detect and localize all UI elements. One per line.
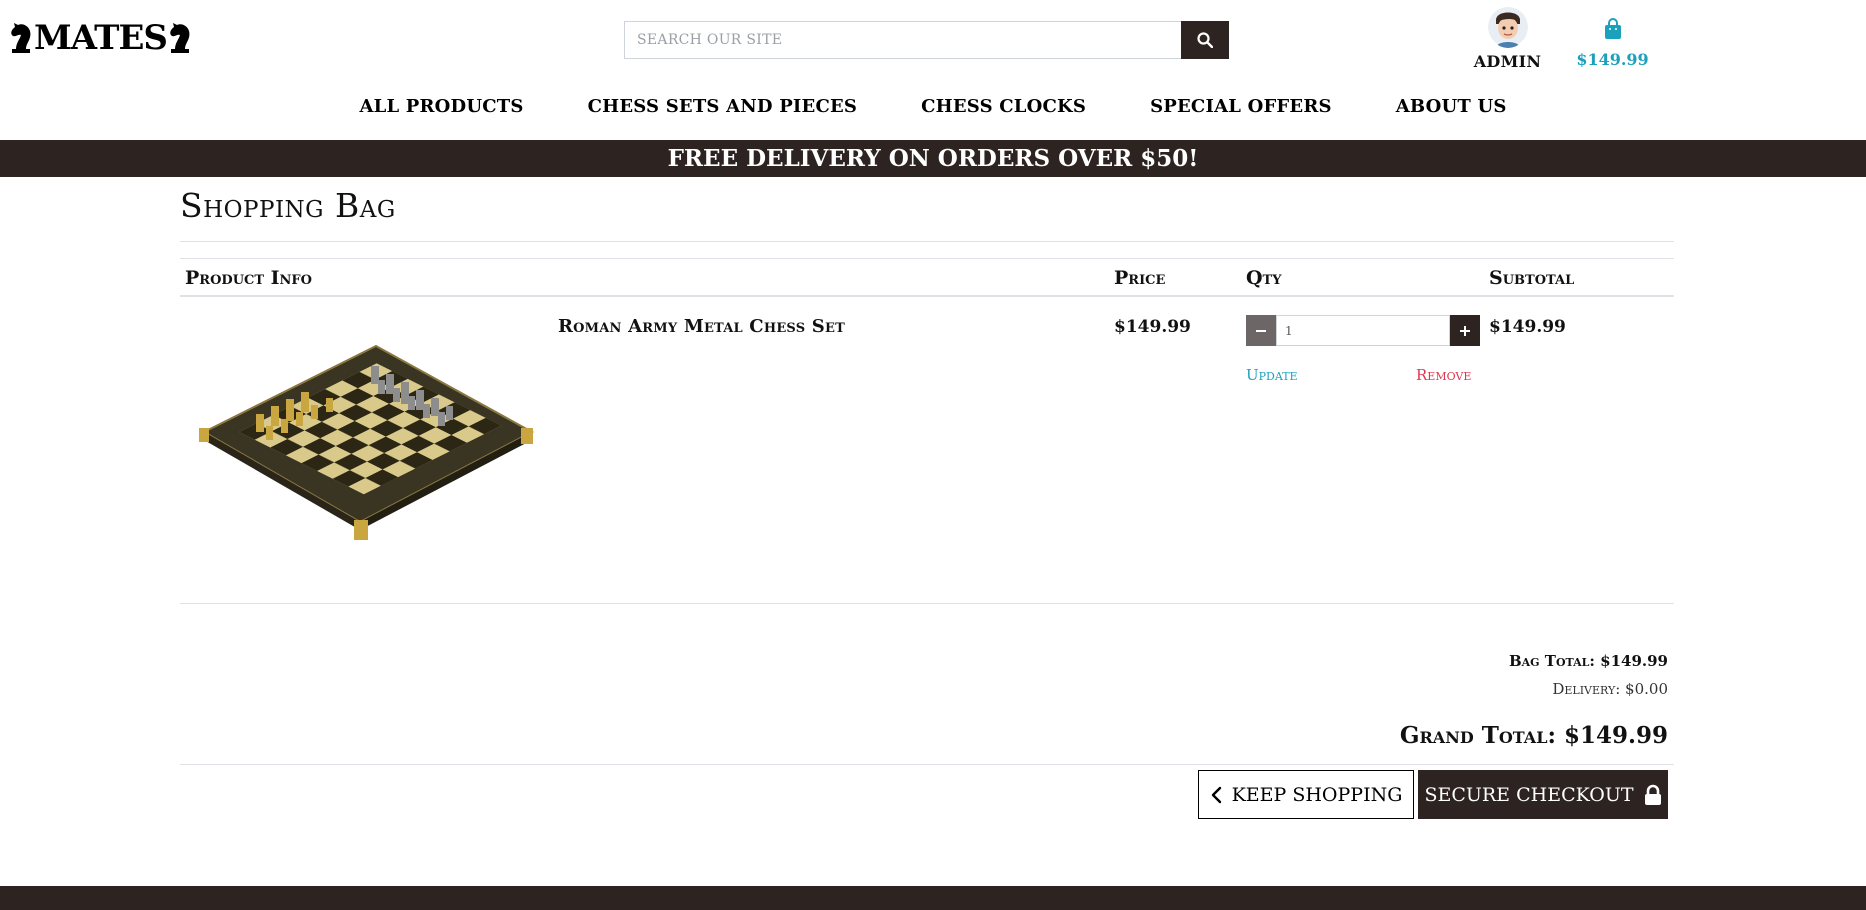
title-divider [180, 241, 1674, 242]
delivery-banner: FREE DELIVERY ON ORDERS OVER $50! [0, 140, 1866, 177]
avatar [1487, 6, 1528, 48]
table-header: Product Info Price Qty Subtotal [180, 258, 1674, 297]
bag-total: $149.99 [1576, 50, 1649, 69]
minus-icon [1256, 329, 1266, 332]
keep-shopping-label: KEEP SHOPPING [1231, 783, 1403, 806]
keep-shopping-button[interactable]: KEEP SHOPPING [1198, 770, 1414, 819]
banner-text: FREE DELIVERY ON ORDERS OVER $50! [667, 145, 1199, 172]
product-image[interactable] [196, 344, 538, 568]
nav-item-all-products[interactable]: ALL PRODUCTS [359, 96, 523, 117]
shopping-bag-link[interactable]: $149.99 [1575, 18, 1650, 69]
remove-link[interactable]: Remove [1416, 366, 1471, 384]
site-logo[interactable]: MATES [8, 18, 193, 58]
nav-item-chess-sets[interactable]: CHESS SETS AND PIECES [588, 96, 858, 117]
search-button[interactable] [1181, 21, 1229, 59]
nav-item-about-us[interactable]: ABOUT US [1396, 96, 1507, 117]
chevron-left-icon [1211, 786, 1221, 803]
search-form [624, 21, 1229, 59]
update-link[interactable]: Update [1246, 366, 1298, 384]
increment-button[interactable] [1450, 315, 1480, 346]
secure-checkout-button[interactable]: SECURE CHECKOUT [1418, 770, 1668, 819]
header-subtotal: Subtotal [1489, 267, 1575, 289]
knight-icon [8, 21, 34, 55]
bag-total-summary: Bag Total: $149.99 [1508, 652, 1668, 670]
totals-divider [180, 764, 1674, 765]
row-divider [180, 603, 1674, 604]
header-qty: Qty [1246, 267, 1282, 289]
account-label: ADMIN [1473, 52, 1542, 71]
product-subtotal: $149.99 [1489, 317, 1566, 337]
account-menu[interactable]: ADMIN [1470, 6, 1545, 71]
knight-icon [167, 21, 193, 55]
page-title: Shopping Bag [180, 186, 396, 225]
logo-text: MATES [34, 18, 168, 58]
footer [0, 886, 1866, 910]
product-name: Roman Army Metal Chess Set [558, 316, 845, 337]
lock-icon [1644, 784, 1661, 805]
nav-item-chess-clocks[interactable]: CHESS CLOCKS [921, 96, 1086, 117]
shopping-bag-icon [1604, 18, 1621, 39]
quantity-stepper [1246, 315, 1480, 346]
plus-icon [1460, 325, 1470, 336]
header-price: Price [1114, 267, 1166, 289]
main-nav: ALL PRODUCTS CHESS SETS AND PIECES CHESS… [0, 96, 1866, 117]
product-price: $149.99 [1114, 317, 1191, 337]
search-input[interactable] [624, 21, 1181, 59]
grand-total: Grand Total: $149.99 [1399, 722, 1668, 749]
nav-item-special-offers[interactable]: SPECIAL OFFERS [1150, 96, 1332, 117]
delivery-summary: Delivery: $0.00 [1552, 680, 1668, 698]
header-product-info: Product Info [185, 267, 312, 289]
quantity-input[interactable] [1276, 315, 1450, 346]
search-icon [1197, 32, 1213, 48]
decrement-button[interactable] [1246, 315, 1276, 346]
checkout-label: SECURE CHECKOUT [1424, 783, 1634, 806]
